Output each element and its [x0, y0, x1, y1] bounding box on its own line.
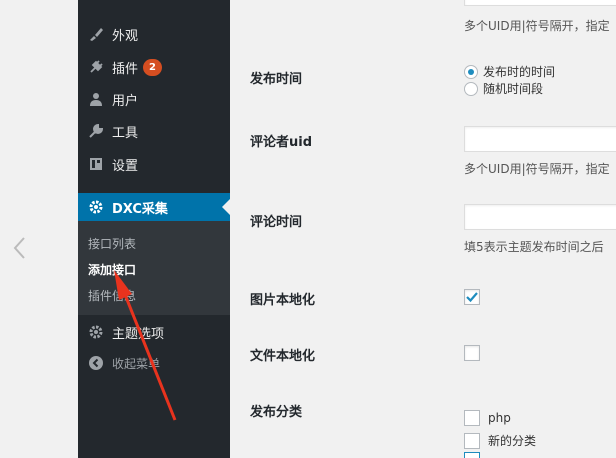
top-field-input[interactable] [464, 0, 616, 6]
commenter-uid-input[interactable] [464, 126, 616, 152]
submenu-item-plugin-info[interactable]: 插件信息 [88, 287, 136, 304]
sidebar-item-settings[interactable]: 设置 [78, 149, 230, 179]
gear-icon [86, 197, 106, 217]
comment-time-description: 填5表示主题发布时间之后 [464, 240, 604, 254]
radio-publish-time-random[interactable]: 随机时间段 [464, 80, 543, 97]
radio-button-checked[interactable] [464, 64, 478, 79]
category-label: 新的分类 [488, 434, 537, 448]
previous-arrow-icon[interactable] [10, 236, 30, 260]
sidebar-item-label: 主题选项 [112, 326, 165, 342]
radio-label: 发布时的时间 [483, 65, 556, 79]
radio-publish-time-now[interactable]: 发布时的时间 [464, 63, 555, 80]
publish-category-label: 发布分类 [250, 405, 303, 420]
collapse-icon [86, 353, 106, 373]
commenter-uid-label: 评论者uid [250, 135, 313, 150]
user-icon [86, 89, 106, 109]
category-option-php[interactable]: php [464, 410, 511, 426]
submenu-item-interface-list[interactable]: 接口列表 [88, 235, 136, 252]
category-checkbox[interactable] [464, 452, 480, 458]
category-label: php [488, 411, 511, 425]
category-option-partial[interactable] [464, 452, 488, 458]
file-localize-label: 文件本地化 [250, 349, 316, 364]
update-count-badge: 2 [143, 58, 162, 76]
image-localize-checkbox[interactable] [464, 289, 480, 305]
sidebar-item-theme-options[interactable]: 主题选项 [78, 319, 230, 345]
dxc-submenu: 接口列表 添加接口 插件信息 [78, 221, 230, 315]
sidebar-item-label: 用户 [112, 93, 139, 109]
gear-icon [86, 322, 106, 342]
comment-time-label: 评论时间 [250, 215, 303, 230]
publish-time-label: 发布时间 [250, 72, 303, 87]
category-option-new[interactable]: 新的分类 [464, 432, 536, 449]
comment-time-input[interactable] [464, 204, 616, 230]
checkmark-icon [466, 292, 478, 303]
active-menu-pointer [222, 199, 230, 215]
sidebar-item-label: DXC采集 [112, 201, 168, 217]
file-localize-checkbox[interactable] [464, 345, 480, 361]
sidebar-item-label: 收起菜单 [112, 356, 161, 371]
admin-sidebar: 外观 插件 2 用户 工具 设置 DXC采集 接口列表 添加接口 插件信息 主题… [78, 0, 230, 458]
sidebar-item-label: 外观 [112, 28, 139, 44]
sidebar-item-dxc[interactable]: DXC采集 [78, 193, 230, 221]
commenter-uid-description: 多个UID用|符号隔开，指定 [464, 162, 610, 176]
plugin-icon [86, 57, 106, 77]
sidebar-item-appearance[interactable]: 外观 [78, 19, 230, 49]
settings-icon [86, 154, 106, 174]
collapse-menu-button[interactable]: 收起菜单 [78, 350, 230, 376]
sidebar-item-users[interactable]: 用户 [78, 84, 230, 114]
wrench-icon [86, 121, 106, 141]
radio-label: 随机时间段 [483, 82, 544, 96]
sidebar-item-label: 工具 [112, 125, 139, 141]
image-localize-label: 图片本地化 [250, 293, 316, 308]
submenu-item-add-interface[interactable]: 添加接口 [88, 261, 136, 278]
sidebar-item-label: 设置 [112, 158, 139, 174]
category-checkbox[interactable] [464, 410, 480, 426]
form-area: 多个UID用|符号隔开，指定 发布时间 发布时的时间 随机时间段 评论者uid … [230, 0, 616, 458]
top-field-description: 多个UID用|符号隔开，指定 [464, 19, 610, 33]
sidebar-item-plugins[interactable]: 插件 2 [78, 52, 230, 82]
sidebar-item-tools[interactable]: 工具 [78, 116, 230, 146]
category-checkbox[interactable] [464, 432, 480, 449]
sidebar-item-label: 插件 [112, 61, 139, 77]
paintbrush-icon [86, 24, 106, 44]
radio-button[interactable] [464, 81, 478, 96]
